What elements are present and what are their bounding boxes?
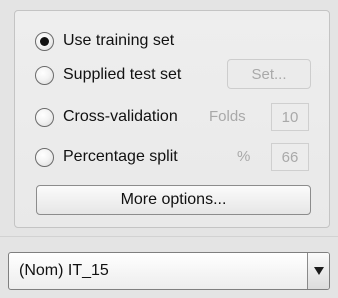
cross-validation-radio[interactable] [35, 107, 54, 127]
percentage-split-option[interactable]: Percentage split [35, 144, 178, 170]
class-attribute-value: (Nom) IT_15 [19, 262, 109, 279]
cross-validation-option[interactable]: Cross-validation [35, 104, 178, 130]
chevron-down-icon [314, 267, 324, 275]
use-training-set-radio[interactable] [35, 31, 54, 51]
percentage-field[interactable]: 66 [271, 143, 309, 171]
set-test-set-button[interactable]: Set... [227, 59, 311, 89]
percentage-split-label: Percentage split [63, 148, 178, 165]
cross-validation-label: Cross-validation [63, 108, 178, 125]
more-options-button[interactable]: More options... [36, 185, 311, 215]
class-attribute-dropdown[interactable]: (Nom) IT_15 [8, 252, 330, 290]
supplied-test-set-label: Supplied test set [63, 66, 182, 83]
dropdown-button[interactable] [307, 253, 329, 289]
folds-field[interactable]: 10 [271, 103, 309, 131]
separator [0, 236, 338, 237]
classifier-test-options: Use training set Supplied test set Set..… [0, 0, 338, 298]
folds-label: Folds [209, 108, 246, 125]
supplied-test-set-radio[interactable] [35, 65, 54, 85]
test-options-panel: Use training set Supplied test set Set..… [14, 10, 330, 228]
supplied-test-set-option[interactable]: Supplied test set [35, 62, 181, 88]
use-training-set-option[interactable]: Use training set [35, 28, 174, 54]
use-training-set-label: Use training set [63, 32, 175, 49]
percentage-split-radio[interactable] [35, 147, 54, 167]
percent-label: % [237, 148, 251, 165]
